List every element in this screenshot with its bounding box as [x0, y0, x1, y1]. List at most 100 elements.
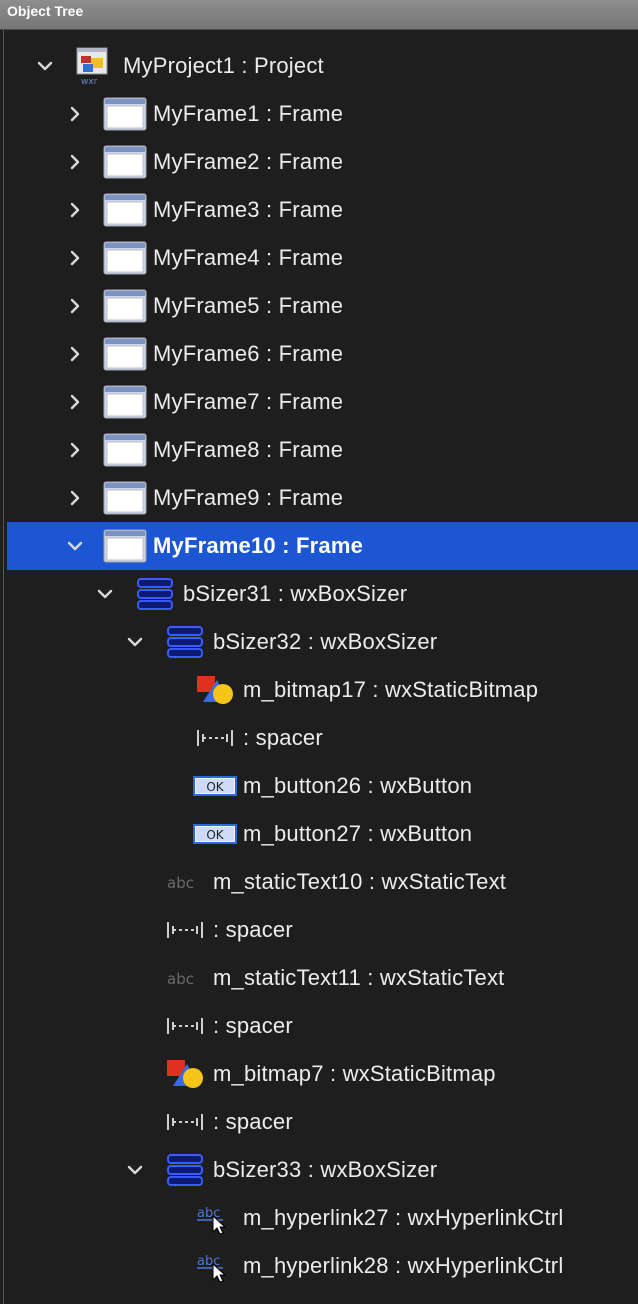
tree-item-myframe6-frame-6[interactable]: MyFrame6 : Frame	[7, 330, 638, 378]
chevron-down-icon[interactable]	[65, 536, 85, 556]
tree-item-label: : spacer	[213, 917, 293, 942]
tree-item-label: bSizer32 : wxBoxSizer	[213, 629, 438, 654]
tree-item-label: MyFrame1 : Frame	[153, 101, 344, 126]
svg-text:abc: abc	[167, 970, 194, 988]
tree-item-label: : spacer	[213, 1013, 293, 1038]
tree-item-m-bitmap7-wxstaticbitmap-21[interactable]: m_bitmap7 : wxStaticBitmap	[7, 1050, 638, 1098]
boxsizer-icon	[163, 1152, 207, 1188]
tree-item-label: MyProject1 : Project	[123, 53, 324, 78]
tree-item-label: MyFrame5 : Frame	[153, 293, 344, 318]
tree-item-m-bitmap17-wxstaticbitmap-13[interactable]: m_bitmap17 : wxStaticBitmap	[7, 666, 638, 714]
chevron-right-icon[interactable]	[65, 104, 85, 124]
tree-item-label: bSizer31 : wxBoxSizer	[183, 581, 408, 606]
frame-icon	[103, 96, 147, 132]
tree-item-m-statictext11-wxstatictext-19[interactable]: abc m_staticText11 : wxStaticText	[7, 954, 638, 1002]
tree-item-myframe1-frame-1[interactable]: MyFrame1 : Frame	[7, 90, 638, 138]
bitmap-icon	[193, 672, 237, 708]
statictext-icon: abc	[163, 864, 207, 900]
chevron-down-icon[interactable]	[95, 584, 115, 604]
button-icon: OK	[193, 816, 237, 852]
spacer-icon	[163, 1008, 207, 1044]
object-tree-panel: Object Tree wxr MyProject1 : Project MyF…	[0, 0, 638, 1304]
chevron-right-icon[interactable]	[65, 248, 85, 268]
panel-title: Object Tree	[7, 3, 84, 19]
spacer-icon	[163, 912, 207, 948]
tree-item-m-button26-wxbutton-15[interactable]: OK m_button26 : wxButton	[7, 762, 638, 810]
project-icon: wxr	[73, 46, 117, 86]
svg-text:wxr: wxr	[81, 77, 98, 86]
tree-item-myframe2-frame-2[interactable]: MyFrame2 : Frame	[7, 138, 638, 186]
tree-item-myframe5-frame-5[interactable]: MyFrame5 : Frame	[7, 282, 638, 330]
tree-item-label: MyFrame9 : Frame	[153, 485, 344, 510]
bitmap-icon	[163, 1056, 207, 1092]
tree-item-m-hyperlink28-wxhyperlinkctrl-25[interactable]: abc m_hyperlink28 : wxHyperlinkCtrl	[7, 1242, 638, 1290]
svg-text:abc: abc	[167, 874, 194, 892]
tree-item-label: MyFrame10 : Frame	[153, 533, 364, 558]
tree-item-label: : spacer	[213, 1109, 293, 1134]
tree-item-myframe7-frame-7[interactable]: MyFrame7 : Frame	[7, 378, 638, 426]
tree-item-myframe10-frame-10[interactable]: MyFrame10 : Frame	[7, 522, 638, 570]
chevron-right-icon[interactable]	[65, 488, 85, 508]
frame-icon	[103, 288, 147, 324]
tree-item-label: MyFrame3 : Frame	[153, 197, 344, 222]
svg-text:abc: abc	[197, 1254, 220, 1269]
chevron-right-icon[interactable]	[65, 392, 85, 412]
tree-item-label: m_staticText11 : wxStaticText	[213, 965, 505, 990]
tree-item-label: m_bitmap17 : wxStaticBitmap	[243, 677, 539, 702]
frame-icon	[103, 384, 147, 420]
tree-item-label: MyFrame6 : Frame	[153, 341, 344, 366]
tree-item-m-hyperlink27-wxhyperlinkctrl-24[interactable]: abc m_hyperlink27 : wxHyperlinkCtrl	[7, 1194, 638, 1242]
tree-item-label: m_hyperlink28 : wxHyperlinkCtrl	[243, 1253, 564, 1278]
chevron-down-icon[interactable]	[35, 56, 55, 76]
tree-item-myframe3-frame-3[interactable]: MyFrame3 : Frame	[7, 186, 638, 234]
chevron-right-icon[interactable]	[65, 296, 85, 316]
button-icon: OK	[193, 768, 237, 804]
tree-item-myframe4-frame-4[interactable]: MyFrame4 : Frame	[7, 234, 638, 282]
frame-icon	[103, 480, 147, 516]
frame-icon	[103, 144, 147, 180]
tree-item-spacer-20[interactable]: : spacer	[7, 1002, 638, 1050]
panel-titlebar: Object Tree	[0, 0, 638, 30]
boxsizer-icon	[133, 576, 177, 612]
tree-item-label: m_button26 : wxButton	[243, 773, 473, 798]
tree-item-label: bSizer33 : wxBoxSizer	[213, 1157, 438, 1182]
tree-item-label: MyFrame4 : Frame	[153, 245, 344, 270]
tree-item-label: : spacer	[243, 725, 323, 750]
tree-item-label: m_button27 : wxButton	[243, 821, 473, 846]
chevron-right-icon[interactable]	[65, 200, 85, 220]
tree-item-bsizer32-wxboxsizer-12[interactable]: bSizer32 : wxBoxSizer	[7, 618, 638, 666]
spacer-icon	[163, 1104, 207, 1140]
hyperlink-icon: abc	[193, 1248, 237, 1284]
tree-item-myproject1-project-0[interactable]: wxr MyProject1 : Project	[7, 42, 638, 90]
tree-item-label: m_staticText10 : wxStaticText	[213, 869, 507, 894]
tree-item-m-statictext10-wxstatictext-17[interactable]: abc m_staticText10 : wxStaticText	[7, 858, 638, 906]
tree-item-myframe9-frame-9[interactable]: MyFrame9 : Frame	[7, 474, 638, 522]
boxsizer-icon	[163, 624, 207, 660]
tree-item-m-button27-wxbutton-16[interactable]: OK m_button27 : wxButton	[7, 810, 638, 858]
svg-text:OK: OK	[206, 828, 224, 842]
frame-icon	[103, 192, 147, 228]
svg-text:OK: OK	[206, 780, 224, 794]
frame-icon	[103, 336, 147, 372]
chevron-right-icon[interactable]	[65, 440, 85, 460]
frame-icon	[103, 432, 147, 468]
tree-item-label: MyFrame7 : Frame	[153, 389, 344, 414]
tree-item-label: m_bitmap7 : wxStaticBitmap	[213, 1061, 496, 1086]
tree-item-label: MyFrame2 : Frame	[153, 149, 344, 174]
tree-item-myframe8-frame-8[interactable]: MyFrame8 : Frame	[7, 426, 638, 474]
chevron-right-icon[interactable]	[65, 152, 85, 172]
tree-item-bsizer31-wxboxsizer-11[interactable]: bSizer31 : wxBoxSizer	[7, 570, 638, 618]
tree-item-bsizer33-wxboxsizer-23[interactable]: bSizer33 : wxBoxSizer	[7, 1146, 638, 1194]
frame-icon	[103, 528, 147, 564]
spacer-icon	[193, 720, 237, 756]
chevron-down-icon[interactable]	[125, 1160, 145, 1180]
frame-icon	[103, 240, 147, 276]
chevron-down-icon[interactable]	[125, 632, 145, 652]
object-tree[interactable]: wxr MyProject1 : Project MyFrame1 : Fram…	[3, 30, 638, 1304]
tree-item-spacer-22[interactable]: : spacer	[7, 1098, 638, 1146]
chevron-right-icon[interactable]	[65, 344, 85, 364]
svg-text:abc: abc	[197, 1206, 220, 1221]
tree-item-spacer-14[interactable]: : spacer	[7, 714, 638, 762]
tree-item-spacer-18[interactable]: : spacer	[7, 906, 638, 954]
hyperlink-icon: abc	[193, 1200, 237, 1236]
